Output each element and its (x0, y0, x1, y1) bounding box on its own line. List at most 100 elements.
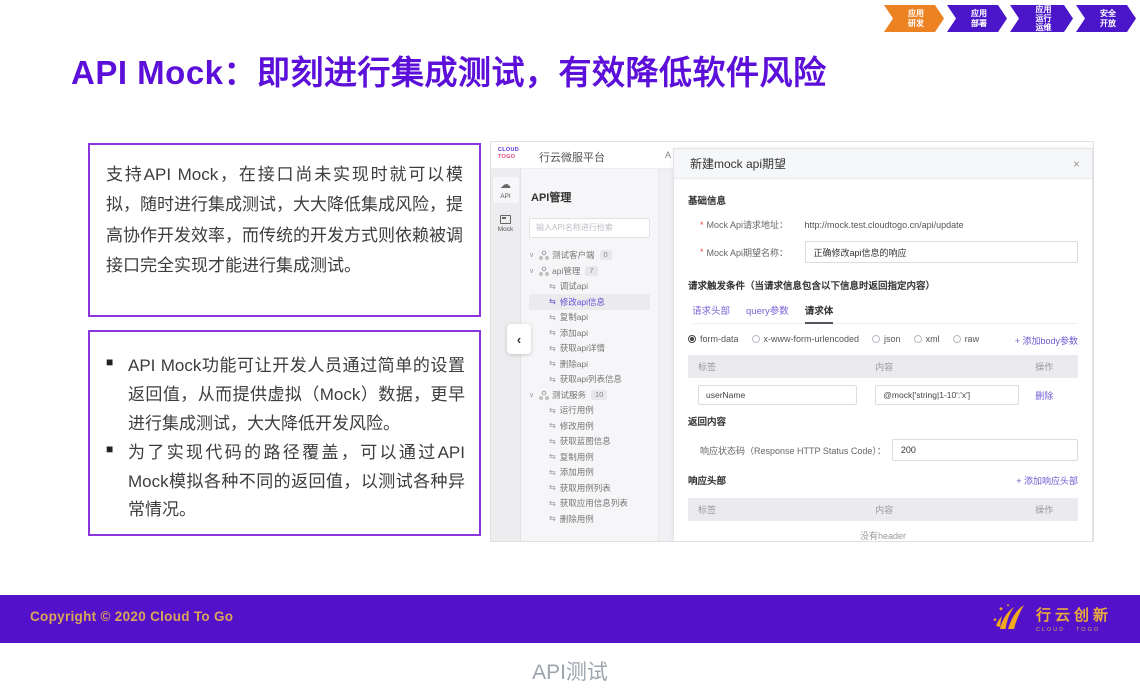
rail-item-api[interactable]: ☁ API (493, 177, 519, 203)
logo-line: CLOUD (498, 147, 519, 154)
status-code-label: 响应状态码（Response HTTP Status Code）： (700, 444, 886, 457)
api-method-icon: ⇆ (549, 297, 556, 306)
section-trigger-condition: 请求触发条件（当请求信息包含以下信息时返回指定内容） (688, 278, 1078, 292)
brand-name: 行云创新 (1036, 604, 1112, 625)
api-method-icon: ⇆ (549, 313, 556, 322)
sidebar-heading: API管理 (531, 189, 650, 205)
tree-item-label: 复制api (560, 311, 588, 323)
tree-item[interactable]: ⇆ 获取应用信息列表 (529, 496, 650, 512)
info-box-bullets: API Mock功能可让开发人员通过简单的设置返回值，从而提供虚拟（Mock）数… (88, 330, 481, 536)
api-method-icon: ⇆ (549, 483, 556, 492)
tree-item[interactable]: ⇆调试api (529, 279, 650, 295)
tree-item-label: 删除api (560, 358, 588, 370)
radio-label: form-data (700, 334, 739, 344)
required-star: * (700, 220, 704, 230)
table-row: 删除 (688, 378, 1078, 410)
col-label: 标签 (688, 503, 871, 516)
add-body-param-link[interactable]: + 添加body参数 (1015, 334, 1078, 347)
tree-item-label: 修改用例 (560, 420, 594, 432)
api-method-icon: ⇆ (549, 406, 556, 415)
required-star: * (700, 247, 704, 257)
response-header-table: 标签 内容 操作 没有header (688, 498, 1078, 542)
status-code-input[interactable] (892, 439, 1078, 461)
col-action: 操作 (1031, 503, 1078, 516)
param-value-input[interactable] (875, 385, 1018, 405)
rail-label: Mock (493, 226, 519, 233)
close-icon[interactable]: × (1073, 157, 1080, 171)
tree-item[interactable]: ⇆获取蓝图信息 (529, 434, 650, 450)
table-header-row: 标签 内容 操作 (688, 498, 1078, 521)
rail-item-mock[interactable]: Mock (493, 211, 519, 236)
tree-group-test-client[interactable]: ∨ 测试客户端 0 (529, 248, 650, 264)
caret-down-icon[interactable]: ∨ (529, 251, 539, 259)
tree-item-label: 复制用例 (560, 451, 594, 463)
request-url-row: * Mock Api请求地址： http://mock.test.cloudto… (700, 218, 1078, 231)
api-tree: ∨ 测试客户端 0 ∨ api管理 7 ⇆调试api ⇆ 修改api信息 ⇆ 复制a… (529, 248, 650, 527)
tree-item[interactable]: ⇆获取api详情 (529, 341, 650, 357)
request-tabs: 请求头部 query参数 请求体 (692, 303, 1078, 324)
flow-step-line: 应用 (908, 9, 924, 18)
tree-item[interactable]: ⇆ 修改用例 (529, 418, 650, 434)
flow-step-line: 安全 (1100, 9, 1116, 18)
section-response-header: 响应头部 (688, 473, 726, 487)
flow-step-security: 安全开放 (1076, 5, 1136, 32)
radio-urlencoded[interactable]: x-www-form-urlencoded (752, 334, 860, 344)
tree-group-api-manage[interactable]: ∨ api管理 7 (529, 263, 650, 279)
api-method-icon: ⇆ (549, 468, 556, 477)
param-key-input[interactable] (698, 385, 857, 405)
flow-step-app-deploy: 应用部署 (947, 5, 1007, 32)
tree-item[interactable]: ⇆删除api (529, 356, 650, 372)
rail-label: API (493, 193, 519, 200)
radio-raw[interactable]: raw (953, 334, 980, 344)
tree-item-label: 获取应用信息列表 (560, 497, 628, 509)
caret-down-icon[interactable]: ∨ (529, 391, 539, 399)
api-method-icon: ⇆ (549, 328, 556, 337)
empty-header-message: 没有header (688, 521, 1078, 542)
tree-item[interactable]: ⇆ 运行用例 (529, 403, 650, 419)
tree-item[interactable]: ⇆添加用例 (529, 465, 650, 481)
api-search-input[interactable] (529, 218, 650, 238)
tab-query-params[interactable]: query参数 (746, 303, 789, 323)
brand-block: 行云创新 CLOUD · TOGO (988, 602, 1112, 634)
stage-flow: 应用研发 应用部署 应用运行运维 安全开放 (884, 5, 1136, 32)
flow-step-line: 应用 (1036, 5, 1052, 14)
api-method-icon: ⇆ (549, 344, 556, 353)
info-box-intro: 支持API Mock，在接口尚未实现时就可以模拟，随时进行集成测试，大大降低集成… (88, 143, 481, 317)
request-url-value: http://mock.test.cloudtogo.cn/api/update (805, 220, 964, 230)
api-method-icon: ⇆ (549, 452, 556, 461)
sidebar-collapse-button[interactable]: ‹ (507, 324, 531, 354)
tree-item[interactable]: ⇆添加api (529, 325, 650, 341)
tree-item[interactable]: ⇆ 获取用例列表 (529, 480, 650, 496)
tab-request-body[interactable]: 请求体 (805, 303, 834, 324)
api-method-icon: ⇆ (549, 499, 556, 508)
add-response-header-link[interactable]: + 添加响应头部 (1016, 474, 1078, 487)
radio-json[interactable]: json (872, 334, 901, 344)
table-header-row: 标签 内容 操作 (688, 355, 1078, 378)
caret-down-icon[interactable]: ∨ (529, 267, 539, 275)
section-return-content: 返回内容 (688, 414, 1078, 428)
tree-item[interactable]: ⇆ 复制api (529, 310, 650, 326)
brand-text: 行云创新 CLOUD · TOGO (1036, 604, 1112, 633)
footer-bar: Copyright © 2020 Cloud To Go 行云创新 CLOUD … (0, 595, 1140, 643)
tree-item-label: 删除用例 (560, 513, 594, 525)
param-value-cell (871, 385, 1031, 405)
api-method-icon: ⇆ (549, 282, 556, 291)
tree-item-selected[interactable]: ⇆ 修改api信息 (529, 294, 650, 310)
radio-form-data[interactable]: form-data (688, 334, 739, 344)
tree-item[interactable]: ⇆ 复制用例 (529, 449, 650, 465)
brand-subtitle: CLOUD · TOGO (1036, 627, 1100, 633)
tree-item[interactable]: ⇆获取api列表信息 (529, 372, 650, 388)
tree-group-test-service[interactable]: ∨ 测试服务 10 (529, 387, 650, 403)
count-badge: 0 (600, 250, 612, 260)
tree-item-label: 获取用例列表 (560, 482, 611, 494)
tree-item[interactable]: ⇆删除用例 (529, 511, 650, 527)
expectation-name-input[interactable] (805, 241, 1078, 263)
tree-group-label: api管理 (552, 265, 580, 277)
api-method-icon: ⇆ (549, 421, 556, 430)
tree-item-label: 修改api信息 (560, 296, 605, 308)
tab-request-header[interactable]: 请求头部 (692, 303, 730, 323)
delete-link[interactable]: 删除 (1035, 391, 1053, 401)
tree-item-label: 运行用例 (560, 404, 594, 416)
body-param-table: 标签 内容 操作 删除 (688, 355, 1078, 410)
radio-xml[interactable]: xml (914, 334, 940, 344)
